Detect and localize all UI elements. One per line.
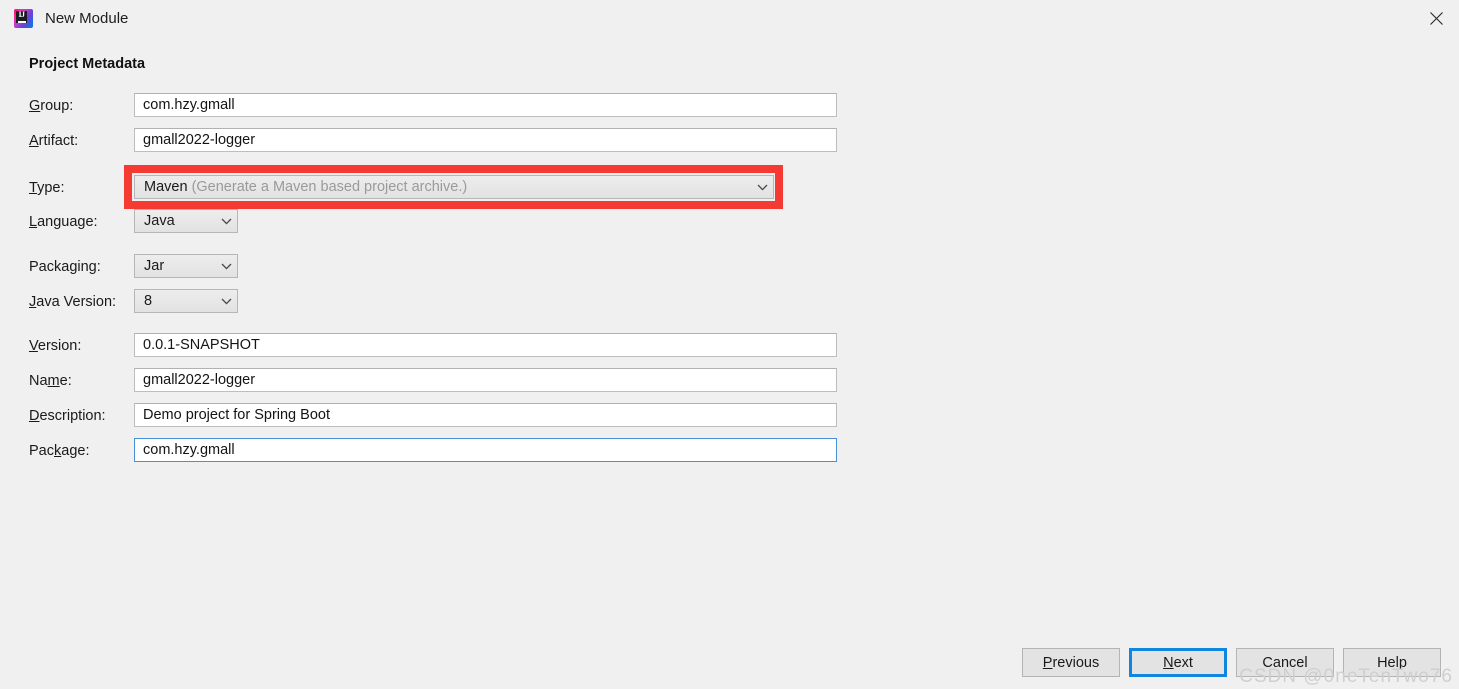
previous-button[interactable]: Previous — [1022, 648, 1120, 677]
artifact-label: Artifact: — [29, 133, 79, 149]
name-label: Name: — [29, 373, 72, 389]
type-dropdown-hint: (Generate a Maven based project archive.… — [191, 179, 468, 195]
packaging-dropdown-value: Jar — [144, 258, 165, 274]
window-title: New Module — [45, 10, 129, 27]
artifact-input[interactable] — [134, 128, 837, 152]
packaging-label: Packaging: — [29, 259, 101, 275]
group-label: Group: — [29, 98, 74, 114]
java-version-label: Java Version: — [29, 294, 117, 310]
language-dropdown-value: Java — [144, 213, 175, 229]
cancel-button-label: Cancel — [1262, 654, 1308, 671]
dialog-content: Project Metadata Group: Artifact: Type: … — [0, 37, 1459, 689]
language-dropdown[interactable]: Java — [134, 209, 238, 233]
cancel-button[interactable]: Cancel — [1236, 648, 1334, 677]
close-icon[interactable] — [1413, 0, 1459, 37]
type-dropdown[interactable]: Maven (Generate a Maven based project ar… — [134, 175, 774, 199]
chevron-down-icon — [751, 184, 773, 191]
help-button-label: Help — [1377, 654, 1407, 671]
version-input[interactable] — [134, 333, 837, 357]
window-title-bar: IJ New Module — [0, 0, 1459, 37]
package-label: Package: — [29, 443, 90, 459]
java-version-dropdown-value: 8 — [144, 293, 153, 309]
page-title: Project Metadata — [29, 56, 146, 72]
version-label: Version: — [29, 338, 82, 354]
packaging-dropdown[interactable]: Jar — [134, 254, 238, 278]
package-input[interactable] — [134, 438, 837, 462]
chevron-down-icon — [215, 218, 237, 225]
help-button[interactable]: Help — [1343, 648, 1441, 677]
type-label: Type: — [29, 180, 65, 196]
description-input[interactable] — [134, 403, 837, 427]
group-input[interactable] — [134, 93, 837, 117]
language-label: Language: — [29, 214, 98, 230]
type-dropdown-value: Maven (Generate a Maven based project ar… — [135, 179, 751, 195]
java-version-dropdown[interactable]: 8 — [134, 289, 238, 313]
chevron-down-icon — [215, 263, 237, 270]
description-label: Description: — [29, 408, 106, 424]
type-dropdown-selected: Maven — [144, 179, 188, 195]
intellij-idea-logo-icon: IJ — [14, 9, 33, 28]
next-button[interactable]: Next — [1129, 648, 1227, 677]
chevron-down-icon — [215, 298, 237, 305]
name-input[interactable] — [134, 368, 837, 392]
